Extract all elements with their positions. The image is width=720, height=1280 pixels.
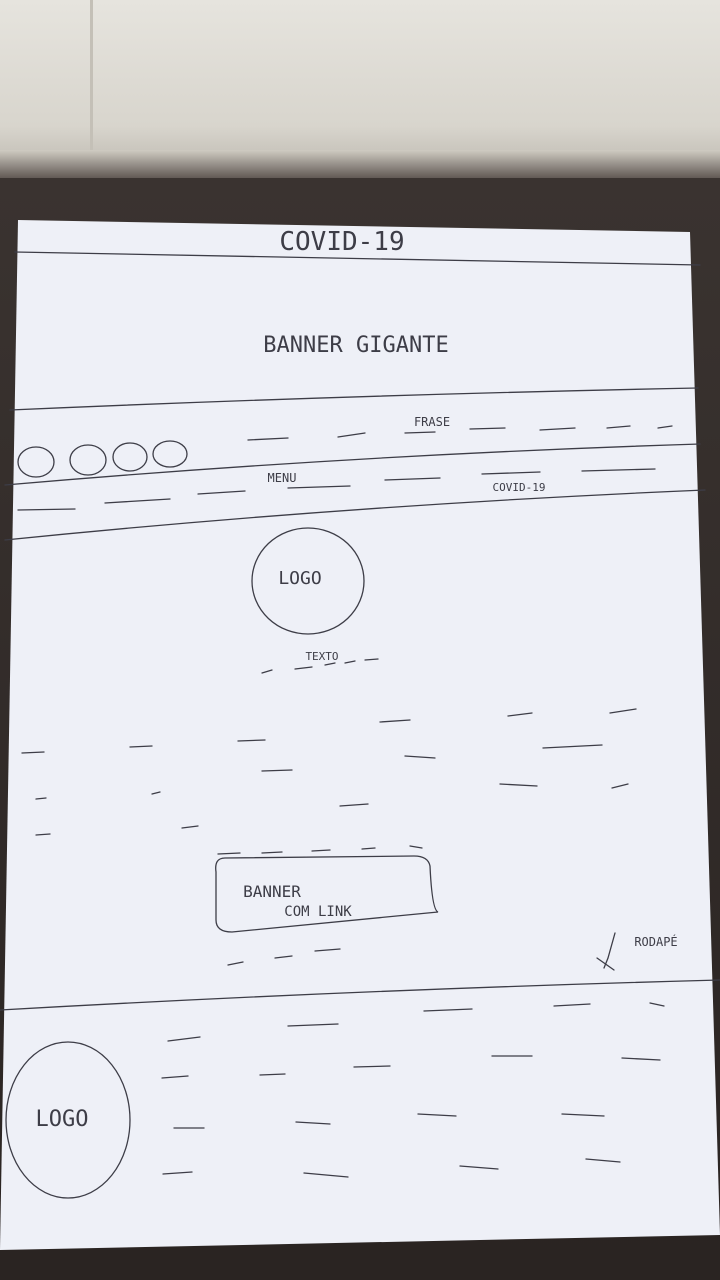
sketch-paper: COVID-19 BANNER GIGANTE FRASE MENU COVID… xyxy=(0,0,720,1280)
logo-label: LOGO xyxy=(278,568,321,589)
footer-label: RODAPÉ xyxy=(634,934,677,949)
paper-sheet xyxy=(0,220,720,1250)
menu-label: MENU xyxy=(268,471,297,485)
giant-banner-label: BANNER GIGANTE xyxy=(263,333,448,358)
menu-covid-link: COVID-19 xyxy=(493,481,546,494)
link-banner-line1: BANNER xyxy=(243,882,301,901)
text-label: TEXTO xyxy=(305,650,338,663)
link-banner-line2: COM LINK xyxy=(284,904,352,920)
phrase-label: FRASE xyxy=(414,415,450,429)
footer-logo-label: LOGO xyxy=(36,1107,89,1132)
header-title: COVID-19 xyxy=(279,227,404,257)
wireframe-sketch: COVID-19 BANNER GIGANTE FRASE MENU COVID… xyxy=(0,220,720,1250)
